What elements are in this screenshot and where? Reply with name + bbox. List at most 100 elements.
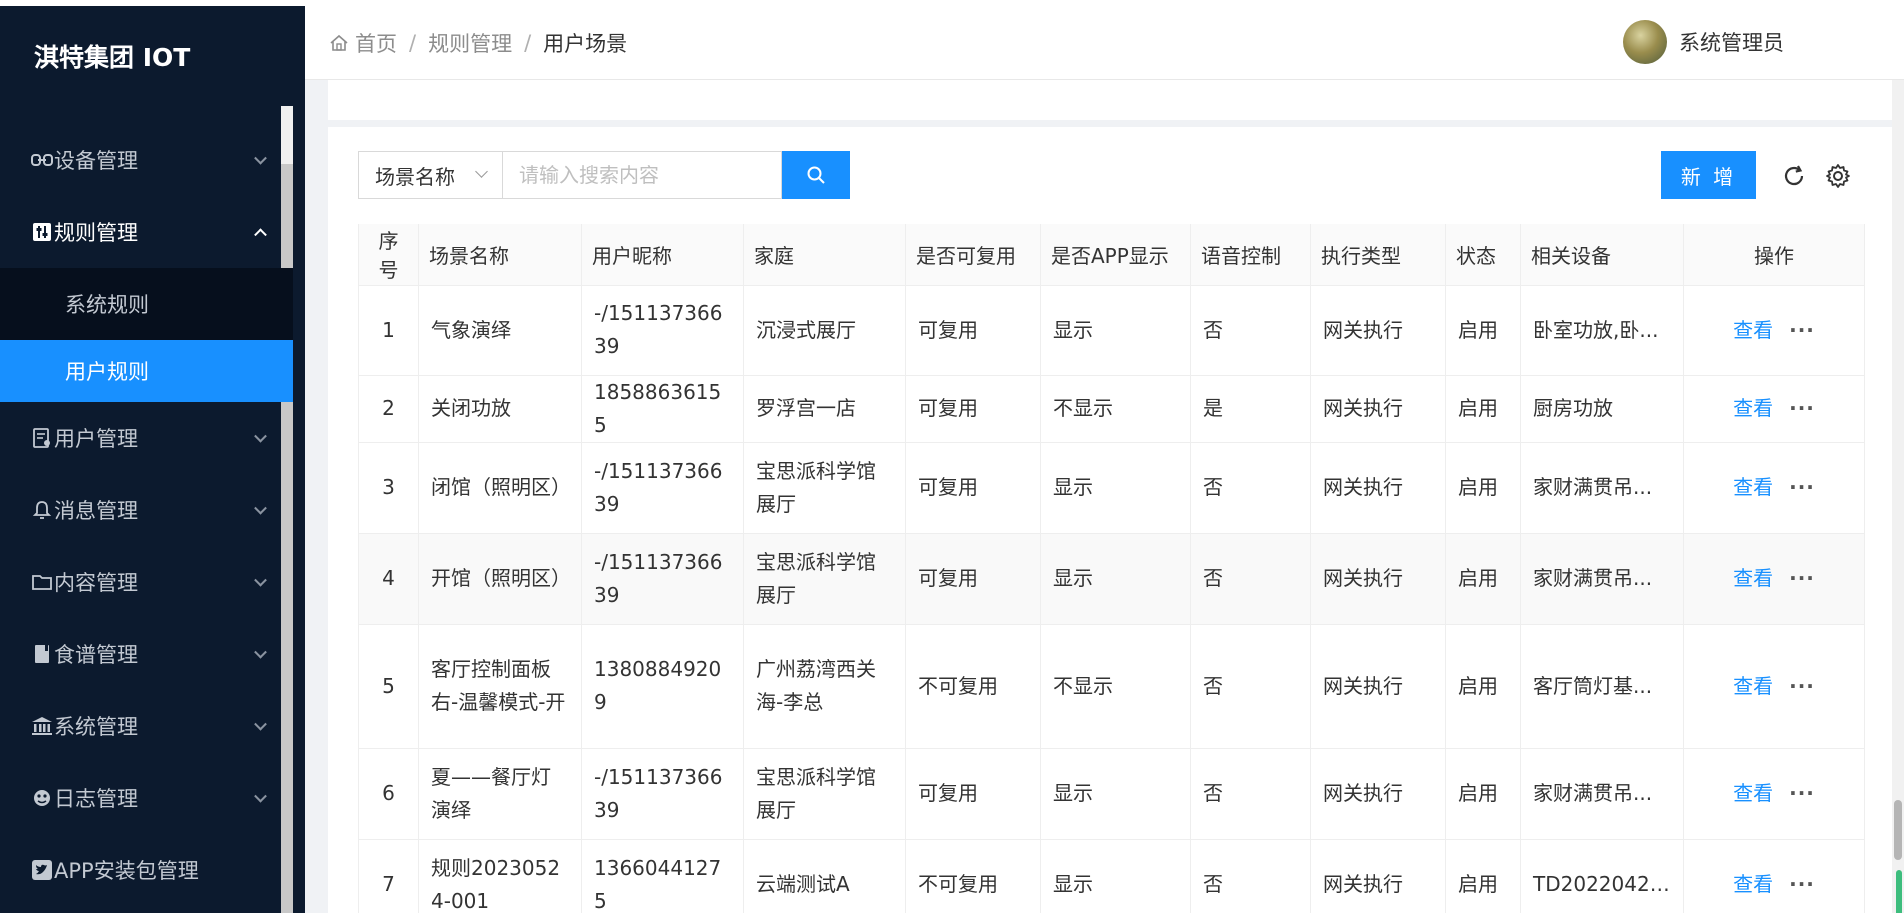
cell-user-nickname: -/15113736639 [581,533,744,625]
table-body: 1 气象演绎 -/15113736639 沉浸式展厅 可复用 显示 否 网关执行… [358,285,1865,913]
app-logo-title: 淇特集团 IOT [34,43,191,72]
search-field-select[interactable]: 场景名称 [358,151,502,199]
cell-family: 宝思派科学馆展厅 [743,748,906,840]
table-row: 5 客厅控制面板右-温馨模式-开 13808849209 广州荔湾西关海-李总 … [358,624,1865,749]
bank-icon [30,715,54,737]
user-list-icon [30,427,54,449]
sidebar-item-logs[interactable]: 日志管理 [0,762,293,834]
view-link[interactable]: 查看 [1733,318,1773,342]
cell-reusable: 可复用 [905,748,1041,840]
scene-table: 序号 场景名称 用户昵称 家庭 是否可复用 是否APP显示 语音控制 执行类型 … [358,224,1865,913]
sidebar-item-app-packages[interactable]: APP安装包管理 [0,834,293,906]
sidebar-subitem-system-rules[interactable]: 系统规则 [0,268,293,340]
view-link[interactable]: 查看 [1733,781,1773,805]
link-icon [30,149,54,171]
cell-family: 罗浮宫一店 [743,375,906,443]
breadcrumb-separator: / [524,30,532,55]
chevron-down-icon [254,501,267,515]
column-header: 场景名称 [418,224,582,286]
settings-gear-icon[interactable] [1825,163,1851,189]
chevron-down-icon [254,645,267,659]
view-link[interactable]: 查看 [1733,396,1773,420]
search-input[interactable] [502,151,782,199]
cell-exec-type: 网关执行 [1310,285,1446,376]
cell-devices: 家财满贯吊... [1520,533,1684,625]
view-link[interactable]: 查看 [1733,872,1773,896]
cell-reusable: 可复用 [905,442,1041,534]
cell-user-nickname: -/15113736639 [581,748,744,840]
add-button[interactable]: 新 增 [1661,151,1756,199]
cell-scene-name: 夏——餐厅灯演绎 [418,748,582,840]
cell-scene-name: 关闭功放 [418,375,582,443]
side-widget-tab[interactable] [1896,870,1902,913]
cell-exec-type: 网关执行 [1310,442,1446,534]
sidebar-menu: 设备管理 规则管理 系统规则 用户规则 用户管理 消息管理 内容管理 食谱管理 … [0,124,293,906]
sidebar-item-label: 日志管理 [54,787,138,811]
cell-reusable: 可复用 [905,285,1041,376]
view-link[interactable]: 查看 [1733,566,1773,590]
sidebar-item-device[interactable]: 设备管理 [0,124,293,196]
cell-devices: 家财满贯吊... [1520,748,1684,840]
more-actions-icon[interactable]: ··· [1789,396,1815,420]
column-header: 状态 [1445,224,1521,286]
breadcrumb: 首页 / 规则管理 / 用户场景 [329,28,627,58]
sidebar-item-rules[interactable]: 规则管理 [0,196,293,268]
sidebar-item-recipes[interactable]: 食谱管理 [0,618,293,690]
column-header: 操作 [1683,224,1865,286]
more-actions-icon[interactable]: ··· [1789,475,1815,499]
bell-icon [30,499,54,521]
sidebar-item-users[interactable]: 用户管理 [0,402,293,474]
book-icon [30,643,54,665]
sidebar-item-content[interactable]: 内容管理 [0,546,293,618]
search-button[interactable] [782,151,850,199]
cell-actions: 查看 ··· [1683,285,1865,376]
cell-voice-control: 否 [1190,748,1311,840]
more-actions-icon[interactable]: ··· [1789,781,1815,805]
user-name[interactable]: 系统管理员 [1679,27,1784,57]
main-card: 场景名称 新 增 序号 场景名称 用户昵称 家庭 是否可复用 [328,127,1894,913]
sidebar-item-system[interactable]: 系统管理 [0,690,293,762]
cell-scene-name: 开馆（照明区） [418,533,582,625]
cell-devices: 卧室功放,卧... [1520,285,1684,376]
cell-index: 5 [358,624,419,749]
more-actions-icon[interactable]: ··· [1789,566,1815,590]
more-actions-icon[interactable]: ··· [1789,872,1815,896]
sidebar-subitem-user-rules[interactable]: 用户规则 [0,340,293,402]
search-icon [807,166,825,184]
cell-index: 4 [358,533,419,625]
table-header-row: 序号 场景名称 用户昵称 家庭 是否可复用 是否APP显示 语音控制 执行类型 … [358,224,1865,286]
page-scrollbar[interactable] [1892,80,1904,913]
cell-devices: 家财满贯吊... [1520,442,1684,534]
cell-index: 2 [358,375,419,443]
avatar[interactable] [1623,20,1667,64]
cell-status: 启用 [1445,442,1521,534]
refresh-icon[interactable] [1781,163,1807,189]
cell-voice-control: 否 [1190,839,1311,913]
sidebar-item-label: APP安装包管理 [54,859,199,883]
view-link[interactable]: 查看 [1733,674,1773,698]
table-row: 1 气象演绎 -/15113736639 沉浸式展厅 可复用 显示 否 网关执行… [358,285,1865,376]
sidebar-item-label: 系统管理 [54,715,138,739]
cell-app-display: 显示 [1040,285,1191,376]
column-header: 相关设备 [1520,224,1684,286]
cell-app-display: 显示 [1040,442,1191,534]
cell-app-display: 不显示 [1040,624,1191,749]
cell-user-nickname: 18588636155 [581,375,744,443]
more-actions-icon[interactable]: ··· [1789,318,1815,342]
more-actions-icon[interactable]: ··· [1789,674,1815,698]
cell-actions: 查看 ··· [1683,624,1865,749]
breadcrumb-rules[interactable]: 规则管理 [428,28,512,58]
breadcrumb-home[interactable]: 首页 [355,28,397,58]
breadcrumb-separator: / [409,30,417,55]
page-scrollbar-thumb[interactable] [1894,800,1902,860]
view-link[interactable]: 查看 [1733,475,1773,499]
filter-card [328,80,1894,120]
sidebar-item-messages[interactable]: 消息管理 [0,474,293,546]
cell-reusable: 可复用 [905,375,1041,443]
cell-voice-control: 否 [1190,442,1311,534]
user-menu[interactable]: 系统管理员 [1623,20,1784,64]
cell-app-display: 显示 [1040,839,1191,913]
breadcrumb-current: 用户场景 [543,31,628,56]
search-field-select-value: 场景名称 [375,164,455,189]
cell-family: 宝思派科学馆展厅 [743,442,906,534]
